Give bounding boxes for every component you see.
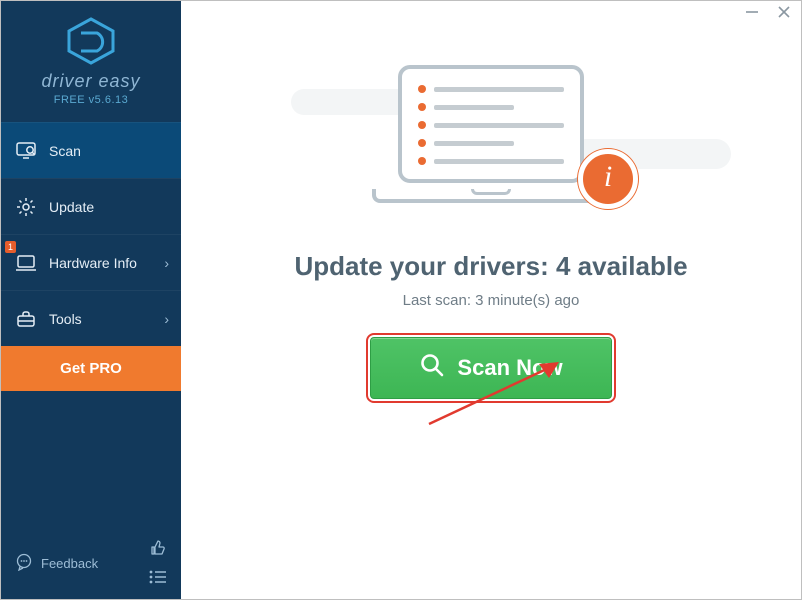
gear-icon <box>15 196 37 218</box>
headline-prefix: Update your drivers: <box>294 251 556 281</box>
sidebar-item-label: Scan <box>49 143 81 159</box>
minimize-button[interactable] <box>745 5 759 24</box>
main-panel: i Update your drivers: 4 available Last … <box>181 1 801 599</box>
available-count: 4 <box>556 251 570 281</box>
get-pro-button[interactable]: Get PRO <box>1 346 181 391</box>
chevron-right-icon: › <box>164 255 169 271</box>
feedback-label: Feedback <box>41 556 98 571</box>
version-prefix: FREE <box>54 94 89 106</box>
main-center: i Update your drivers: 4 available Last … <box>181 7 801 399</box>
scan-icon <box>15 140 37 162</box>
sidebar-item-scan[interactable]: Scan <box>1 122 181 178</box>
sidebar-item-tools[interactable]: Tools › <box>1 290 181 346</box>
laptop-icon <box>15 252 37 274</box>
sidebar-footer: Feedback <box>1 529 181 599</box>
chat-icon <box>15 553 33 574</box>
laptop-base <box>372 189 610 203</box>
headline: Update your drivers: 4 available <box>294 251 687 282</box>
close-button[interactable] <box>777 5 791 24</box>
laptop-illustration: i <box>372 65 610 217</box>
version-label: FREE v5.6.13 <box>1 94 181 106</box>
brand-name: driver easy <box>1 71 181 92</box>
notification-badge: 1 <box>5 241 16 253</box>
laptop-screen <box>398 65 584 183</box>
info-glyph: i <box>604 160 612 194</box>
sidebar-item-label: Hardware Info <box>49 255 137 271</box>
window-controls <box>745 5 791 24</box>
logo-block: driver easy FREE v5.6.13 <box>1 1 181 116</box>
version-number: v5.6.13 <box>89 94 129 106</box>
sidebar: driver easy FREE v5.6.13 Scan Update 1 <box>1 1 181 599</box>
headline-suffix: available <box>570 251 687 281</box>
scan-button-label: Scan Now <box>457 355 562 381</box>
feedback-button[interactable]: Feedback <box>15 553 98 574</box>
sidebar-nav: Scan Update 1 Hardware Info › <box>1 122 181 346</box>
sidebar-item-label: Update <box>49 199 94 215</box>
info-badge-icon: i <box>578 149 638 209</box>
get-pro-label: Get PRO <box>60 360 122 377</box>
sidebar-item-hardware-info[interactable]: 1 Hardware Info › <box>1 234 181 290</box>
brand-logo-icon <box>1 17 181 65</box>
search-icon <box>419 352 445 384</box>
scan-now-button[interactable]: Scan Now <box>370 337 611 399</box>
last-scan-label: Last scan: 3 minute(s) ago <box>403 292 580 309</box>
chevron-right-icon: › <box>164 311 169 327</box>
sidebar-item-update[interactable]: Update <box>1 178 181 234</box>
app-root: driver easy FREE v5.6.13 Scan Update 1 <box>1 1 801 599</box>
sidebar-item-label: Tools <box>49 311 82 327</box>
toolbox-icon <box>15 308 37 330</box>
illustration: i <box>311 59 671 229</box>
sidebar-footer-icons <box>149 539 167 587</box>
thumbs-up-icon[interactable] <box>149 539 167 560</box>
list-menu-icon[interactable] <box>149 570 167 587</box>
